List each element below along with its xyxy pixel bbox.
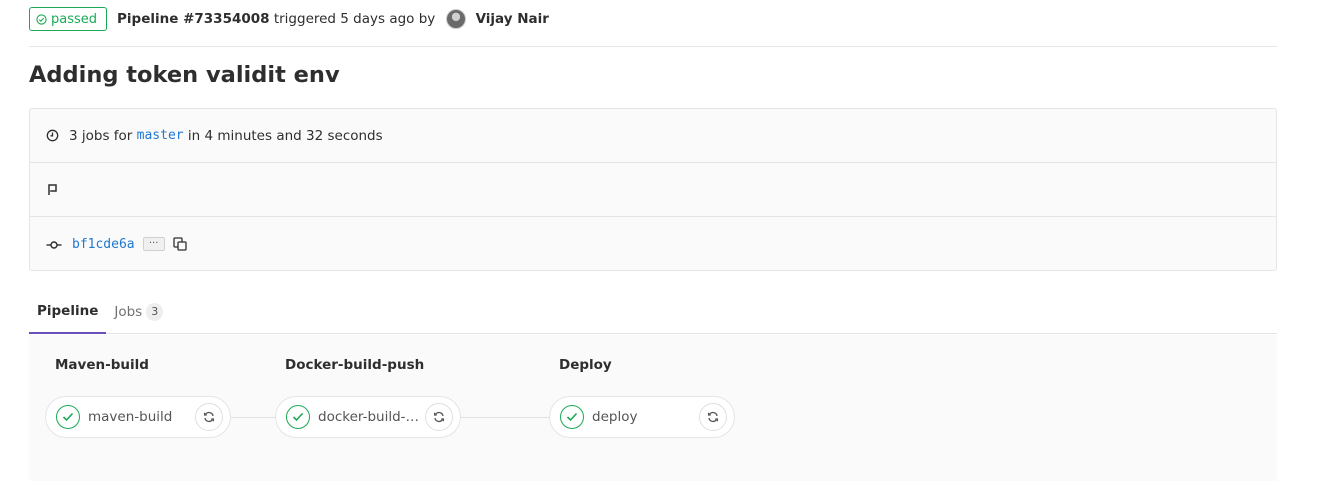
avatar[interactable] [445, 9, 466, 29]
tab-jobs-label: Jobs [114, 304, 143, 320]
stage-title: Docker-build-push [285, 357, 425, 373]
copy-commit-sha-button[interactable] [172, 237, 188, 251]
job-deploy[interactable]: deploy [549, 396, 735, 438]
commit-icon [46, 238, 62, 251]
retry-button[interactable] [425, 403, 453, 431]
retry-icon [433, 411, 445, 423]
status-badge[interactable]: passed [29, 7, 108, 31]
stage-title: Maven-build [55, 357, 149, 373]
copy-icon [172, 237, 188, 251]
stage-connector [460, 417, 550, 418]
toggle-commit-description-button[interactable]: ··· [142, 237, 165, 251]
jobs-summary-row: 3 jobs for master in 4 minutes and 32 se… [30, 109, 1276, 163]
pipeline-header: passed Pipeline #73354008 triggered 5 da… [29, 7, 1277, 47]
job-name: deploy [592, 409, 638, 425]
job-name: docker-build-p... [318, 409, 426, 425]
tab-pipeline[interactable]: Pipeline [29, 290, 107, 334]
jobs-count-text: 3 jobs for [69, 127, 137, 144]
pipeline-info-box: 3 jobs for master in 4 minutes and 32 se… [29, 108, 1277, 271]
jobs-count-badge: 3 [146, 303, 164, 321]
check-circle-icon [36, 13, 47, 25]
clock-icon [46, 129, 59, 142]
commit-title: Adding token validit env [29, 62, 340, 88]
retry-icon [707, 411, 719, 423]
author-link[interactable]: Vijay Nair [476, 7, 549, 31]
branch-link[interactable]: master [137, 128, 184, 143]
job-docker-build-push[interactable]: docker-build-p... [275, 396, 461, 438]
stage-connector [230, 417, 276, 418]
tab-jobs[interactable]: Jobs 3 [106, 290, 171, 334]
commit-row: bf1cde6a ··· [30, 217, 1276, 271]
pipeline-tabs: Pipeline Jobs 3 [29, 290, 1277, 334]
stage-title: Deploy [559, 357, 612, 373]
job-name: maven-build [88, 409, 173, 425]
commit-sha-link[interactable]: bf1cde6a [72, 237, 135, 252]
tab-pipeline-label: Pipeline [37, 303, 99, 319]
flag-icon [46, 183, 59, 196]
check-icon [560, 405, 584, 429]
retry-button[interactable] [195, 403, 223, 431]
status-label: passed [51, 11, 98, 27]
pipeline-graph: Maven-build maven-build Docker-build-pus… [29, 335, 1277, 481]
pipeline-id: Pipeline #73354008 [117, 11, 270, 27]
check-icon [56, 405, 80, 429]
triggered-text: triggered 5 days ago by [269, 11, 440, 27]
flag-row [30, 163, 1276, 217]
pipeline-meta: Pipeline #73354008 triggered 5 days ago … [117, 7, 549, 31]
job-maven-build[interactable]: maven-build [45, 396, 231, 438]
check-icon [286, 405, 310, 429]
retry-button[interactable] [699, 403, 727, 431]
duration-text: in 4 minutes and 32 seconds [183, 127, 383, 144]
retry-icon [203, 411, 215, 423]
